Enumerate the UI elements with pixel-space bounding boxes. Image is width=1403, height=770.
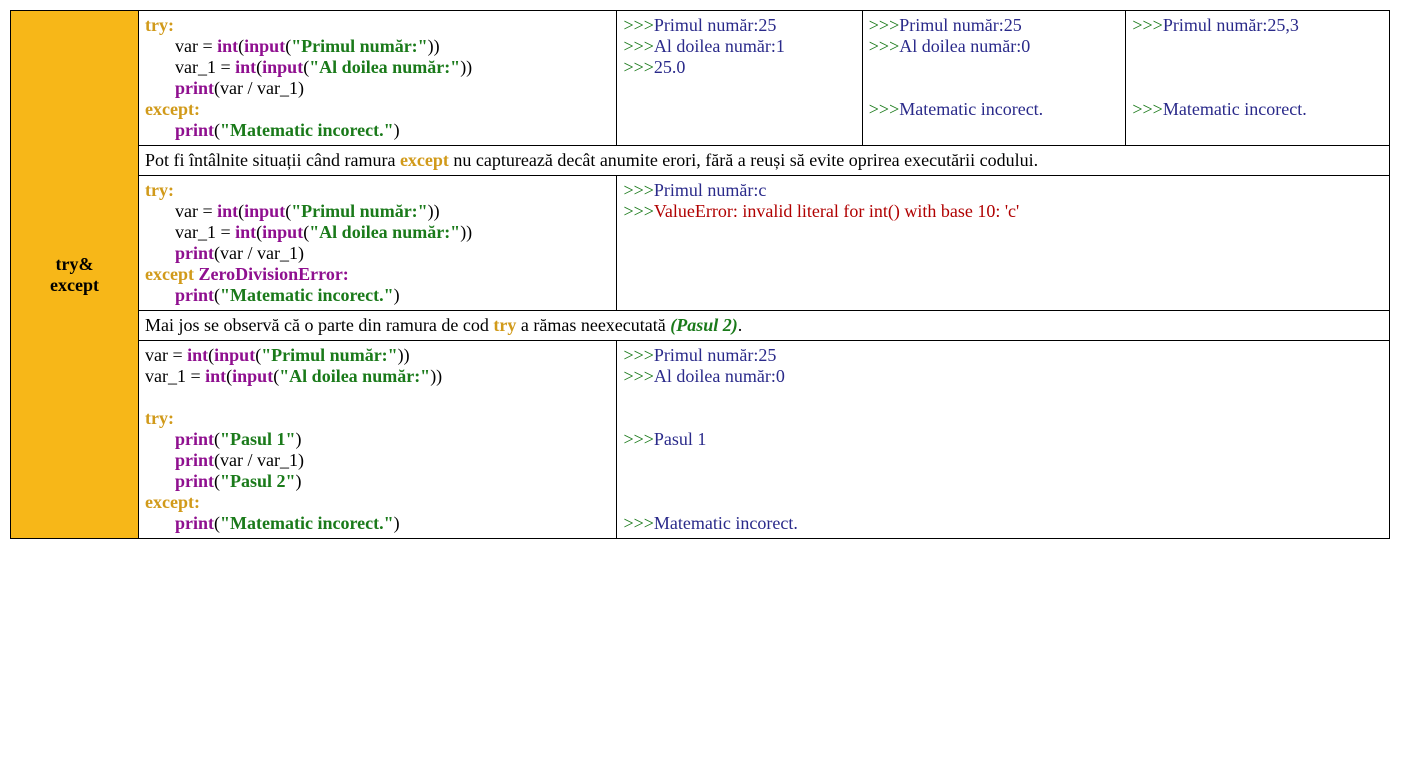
code-block-3: var = int(input("Primul număr:")) var_1 … <box>139 341 617 539</box>
output-3: >>>Primul număr:25 >>>Al doilea număr:0 … <box>617 341 1390 539</box>
code-block-1: try: var = int(input("Primul număr:"))va… <box>139 11 617 146</box>
code3-except: except: <box>145 492 200 512</box>
try-except-table: try& except try: var = int(input("Primul… <box>10 10 1390 539</box>
output-2: >>>Primul număr:c >>>ValueError: invalid… <box>617 176 1390 311</box>
code1-except: except: <box>145 99 200 119</box>
code3-try: try: <box>145 408 174 428</box>
output-1c: >>>Primul număr:25,3 >>>Matematic incore… <box>1126 11 1390 146</box>
output-1b: >>>Primul număr:25 >>>Al doilea număr:0 … <box>862 11 1126 146</box>
side-label-line1: try& <box>56 254 94 274</box>
side-label-cell: try& except <box>11 11 139 539</box>
code-block-2: try: var = int(input("Primul număr:"))va… <box>139 176 617 311</box>
side-label-line2: except <box>50 275 99 295</box>
output-1a: >>>Primul număr:25 >>>Al doilea număr:1 … <box>617 11 862 146</box>
code1-try: try: <box>145 15 174 35</box>
code2-except: except <box>145 264 198 284</box>
note-1: Pot fi întâlnite situații când ramura ex… <box>139 146 1390 176</box>
code2-try: try: <box>145 180 174 200</box>
note-2: Mai jos se observă că o parte din ramura… <box>139 311 1390 341</box>
